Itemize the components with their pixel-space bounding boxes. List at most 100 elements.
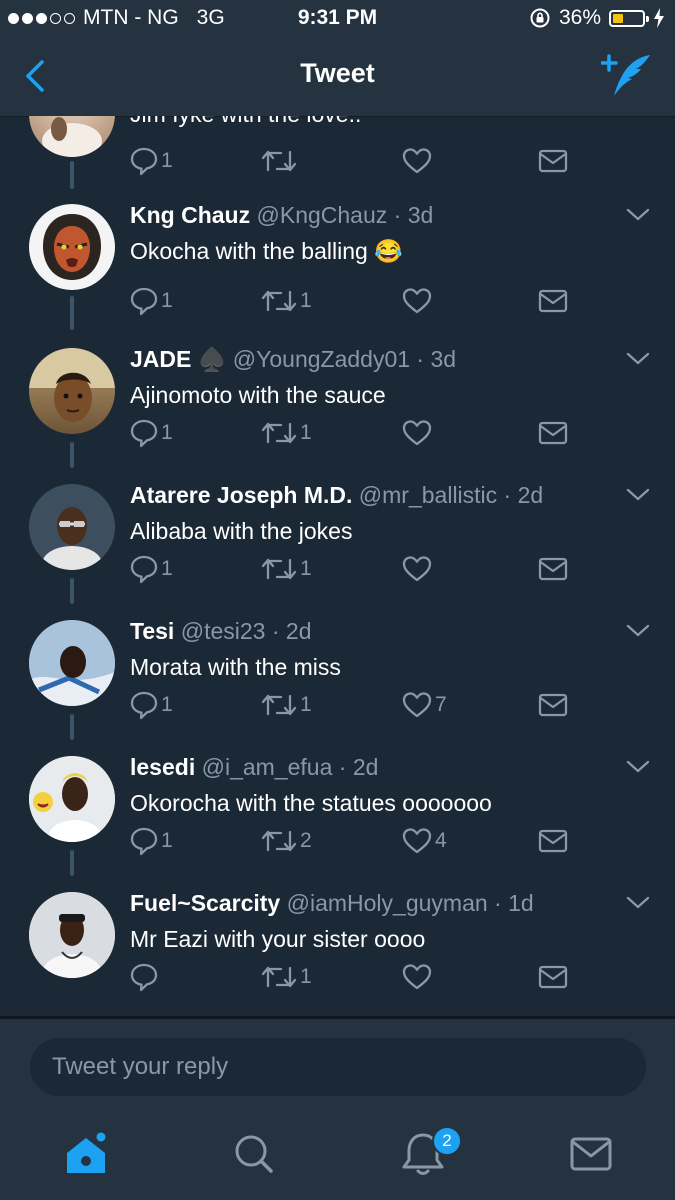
reply-count: 1 <box>161 421 173 444</box>
display-name[interactable]: Atarere Joseph M.D. <box>130 482 352 508</box>
reply-button[interactable]: 1 <box>130 284 173 318</box>
display-name[interactable]: JADE ♠️ <box>130 346 226 372</box>
retweet-button[interactable]: 1 <box>261 960 312 994</box>
reply-button[interactable]: 1 <box>130 144 173 178</box>
like-count: 4 <box>435 829 447 852</box>
username[interactable]: @KngChauz <box>257 202 388 228</box>
like-button[interactable] <box>402 552 435 586</box>
tweet-header: Fuel~Scarcity @iamHoly_guyman · 1d <box>130 890 534 916</box>
reply-count: 1 <box>161 693 173 716</box>
chevron-down-icon[interactable] <box>624 348 652 368</box>
like-button[interactable] <box>402 284 435 318</box>
reply-bar: Tweet your reply <box>0 1019 675 1101</box>
retweet-icon <box>261 150 297 172</box>
timestamp: 2d <box>285 618 312 644</box>
avatar[interactable] <box>29 892 115 978</box>
retweet-icon <box>261 422 297 444</box>
username[interactable]: @mr_ballistic <box>359 482 497 508</box>
retweet-button[interactable] <box>261 144 297 178</box>
tweet-actions: 1 <box>130 960 580 994</box>
thread-line <box>70 714 74 740</box>
like-button[interactable] <box>402 960 435 994</box>
display-name[interactable]: lesedi <box>130 754 195 780</box>
retweet-button[interactable]: 1 <box>261 688 312 722</box>
username[interactable]: @i_am_efua <box>202 754 333 780</box>
home-icon[interactable] <box>61 1129 111 1179</box>
retweet-button[interactable]: 1 <box>261 416 312 450</box>
like-button[interactable]: 4 <box>402 824 447 858</box>
tweet-feed[interactable]: Jim Iyke with the love.. 1 <box>0 116 675 1016</box>
compose-tweet-button[interactable] <box>601 52 653 98</box>
display-name[interactable]: Fuel~Scarcity <box>130 890 280 916</box>
search-icon[interactable] <box>229 1129 279 1179</box>
avatar[interactable] <box>29 348 115 434</box>
tweet-header: Tesi @tesi23 · 2d <box>130 618 312 644</box>
reply-button[interactable]: 1 <box>130 416 173 450</box>
like-button[interactable] <box>402 144 432 178</box>
chevron-down-icon[interactable] <box>624 204 652 224</box>
display-name[interactable]: Kng Chauz <box>130 202 250 228</box>
tweet-reply-input[interactable]: Tweet your reply <box>30 1038 646 1096</box>
chevron-down-icon[interactable] <box>624 756 652 776</box>
heart-icon <box>402 556 432 582</box>
reply-icon <box>130 147 158 176</box>
status-bar: MTN - NG 3G 9:31 PM 36% <box>0 0 675 38</box>
envelope-icon <box>538 693 568 717</box>
display-name[interactable]: Tesi <box>130 618 174 644</box>
retweet-icon <box>261 290 297 312</box>
username[interactable]: @iamHoly_guyman <box>287 890 488 916</box>
reply-count: 1 <box>161 149 173 172</box>
direct-message-button[interactable] <box>538 960 568 994</box>
battery-percent: 36% <box>558 6 601 29</box>
avatar[interactable] <box>29 756 115 842</box>
profile-photo-image <box>29 484 115 570</box>
direct-message-button[interactable] <box>538 144 568 178</box>
reply-count: 1 <box>161 289 173 312</box>
battery-icon <box>609 9 649 27</box>
avatar[interactable] <box>29 484 115 570</box>
tweet-text: Ajinomoto with the sauce <box>130 382 386 408</box>
direct-message-button[interactable] <box>538 416 568 450</box>
avatar[interactable] <box>29 204 115 290</box>
charging-bolt-icon <box>654 8 664 28</box>
like-button[interactable] <box>402 416 435 450</box>
timestamp: 3d <box>407 202 434 228</box>
chevron-down-icon[interactable] <box>624 484 652 504</box>
tweet-actions: 1 1 <box>130 552 580 586</box>
avatar[interactable] <box>29 116 115 157</box>
retweet-button[interactable]: 1 <box>261 284 312 318</box>
reply-button[interactable]: 1 <box>130 552 173 586</box>
tweet-text: Mr Eazi with your sister oooo <box>130 926 426 952</box>
messages-icon[interactable] <box>566 1129 616 1179</box>
reply-count: 1 <box>161 557 173 580</box>
username[interactable]: @tesi23 <box>181 618 266 644</box>
tweet-text: Alibaba with the jokes <box>130 518 353 544</box>
reply-button[interactable]: 1 <box>130 688 173 722</box>
avatar[interactable] <box>29 620 115 706</box>
direct-message-button[interactable] <box>538 552 568 586</box>
reply-count: 1 <box>161 829 173 852</box>
chevron-down-icon[interactable] <box>624 892 652 912</box>
retweet-button[interactable]: 1 <box>261 552 312 586</box>
tweet-text: Morata with the miss <box>130 654 341 680</box>
chevron-down-icon[interactable] <box>624 620 652 640</box>
tweet-text: Okorocha with the statues ooooooo <box>130 790 492 816</box>
reply-icon <box>130 827 158 856</box>
reply-button[interactable]: 1 <box>130 824 173 858</box>
username[interactable]: @YoungZaddy01 <box>233 346 410 372</box>
retweet-count: 2 <box>300 829 312 852</box>
thread-line <box>70 578 74 604</box>
retweet-button[interactable]: 2 <box>261 824 312 858</box>
reply-button[interactable] <box>130 960 161 994</box>
envelope-icon <box>538 289 568 313</box>
navigation-bar: Tweet <box>0 38 675 117</box>
reply-icon <box>130 691 158 720</box>
direct-message-button[interactable] <box>538 824 568 858</box>
cartoon-avatar-image <box>29 348 115 422</box>
like-button[interactable]: 7 <box>402 688 447 722</box>
reply-icon <box>130 963 158 992</box>
envelope-icon <box>538 829 568 853</box>
direct-message-button[interactable] <box>538 284 568 318</box>
notification-badge: 2 <box>432 1126 462 1156</box>
direct-message-button[interactable] <box>538 688 568 722</box>
